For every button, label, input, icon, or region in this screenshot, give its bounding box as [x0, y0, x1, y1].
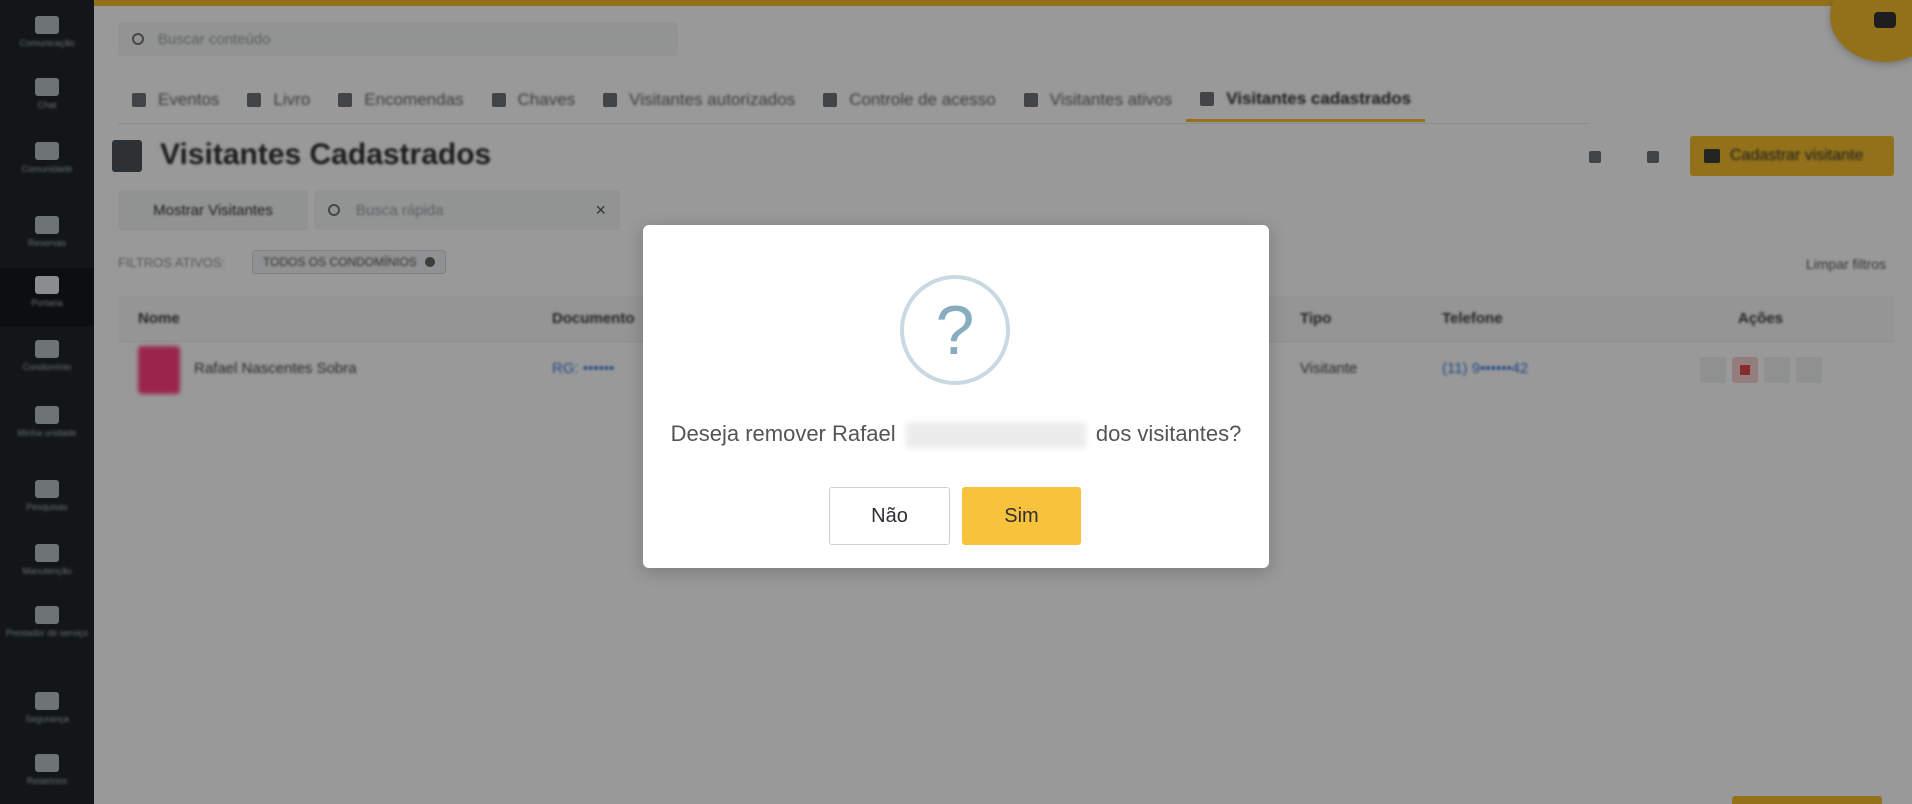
confirm-message-end: dos visitantes?: [1095, 421, 1242, 446]
confirm-message: Deseja remover Rafael dos visitantes?: [643, 421, 1269, 449]
cancel-button[interactable]: Não: [829, 487, 950, 545]
confirm-remove-dialog: ? Deseja remover Rafael dos visitantes? …: [643, 225, 1269, 568]
confirm-message-start: Deseja remover Rafael: [670, 421, 896, 446]
question-icon: ?: [900, 275, 1010, 385]
redacted-surname: [905, 422, 1086, 449]
confirm-button[interactable]: Sim: [962, 487, 1081, 545]
